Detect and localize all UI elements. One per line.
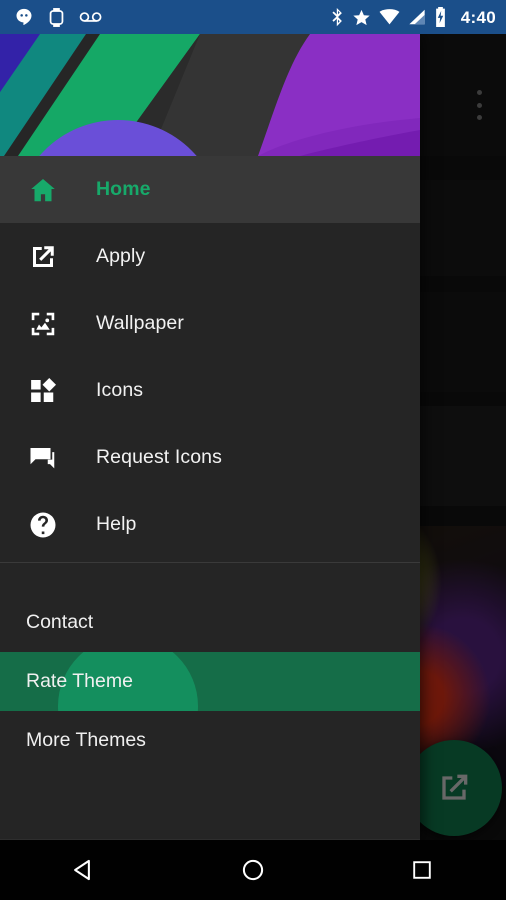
sidebar-item-label: Request Icons [96,445,222,468]
status-right-icons: 4:40 [331,7,496,28]
sidebar-item-label: Apply [96,244,146,267]
sidebar-item-label: More Themes [26,728,146,751]
android-navigation-bar [0,840,506,900]
smartwatch-icon [49,7,64,27]
sidebar-item-apply[interactable]: Apply [0,223,420,290]
voicemail-icon [79,12,102,22]
drawer-sub-spacer [0,563,420,593]
sidebar-item-icons[interactable]: Icons [0,357,420,424]
sidebar-item-request-icons[interactable]: Request Icons [0,424,420,491]
help-circle-icon [26,508,60,542]
status-bar: 4:40 [0,0,506,34]
sidebar-item-label: Help [96,512,137,535]
star-priority-icon [353,9,370,25]
bluetooth-icon [332,7,342,26]
battery-charging-icon [435,7,445,27]
hangouts-icon [16,8,32,26]
drawer-header-banner[interactable] [0,34,420,156]
wifi-icon [379,9,400,25]
back-icon [74,859,91,881]
status-left-icons [14,7,103,28]
photo-frame-icon [26,307,60,341]
header-artwork [0,34,420,156]
nav-back-button[interactable] [34,840,134,900]
sidebar-item-contact[interactable]: Contact [0,593,420,652]
sidebar-item-label: Wallpaper [96,311,184,334]
cell-signal-icon [409,9,425,25]
navigation-drawer: Home Apply Wallpaper Icons Request Icons… [0,34,420,840]
nav-recents-button[interactable] [372,840,472,900]
nav-home-button[interactable] [203,840,303,900]
sidebar-item-help[interactable]: Help [0,491,420,558]
open-in-new-icon [26,240,60,274]
forum-icon [26,441,60,475]
home-icon [26,173,60,207]
navbar-divider [0,839,420,840]
sidebar-item-rate-theme[interactable]: Rate Theme [0,652,420,711]
icons-grid-icon [26,374,60,408]
sidebar-item-label: Icons [96,378,144,401]
sidebar-item-more-themes[interactable]: More Themes [0,711,420,770]
sidebar-item-home[interactable]: Home [0,156,420,223]
sidebar-item-label: Rate Theme [26,669,133,692]
sidebar-item-label: Contact [26,610,94,633]
status-clock: 4:40 [460,7,496,27]
sidebar-item-label: Home [96,177,151,200]
home-circle-icon [242,859,264,881]
recents-square-icon [412,861,431,879]
sidebar-item-wallpaper[interactable]: Wallpaper [0,290,420,357]
android-screen: Home Apply Wallpaper Icons Request Icons… [0,0,506,900]
